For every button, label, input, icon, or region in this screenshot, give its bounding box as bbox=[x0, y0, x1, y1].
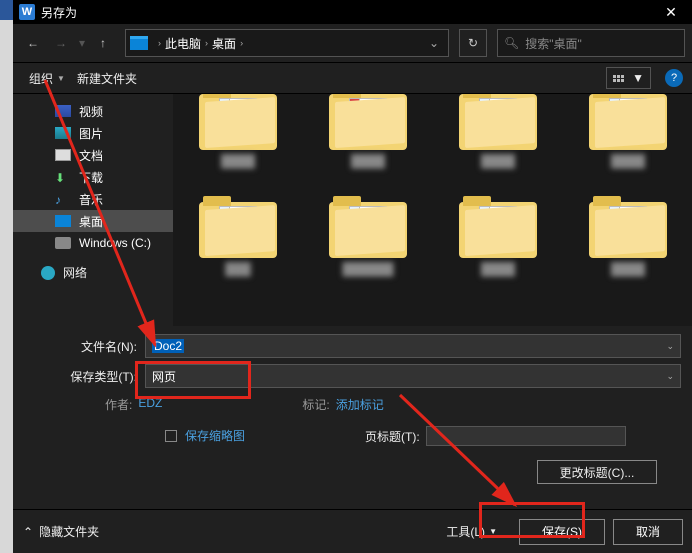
chevron-down-icon: ▼ bbox=[57, 74, 65, 83]
sidebar-item-documents[interactable]: 文档 bbox=[13, 144, 173, 166]
sidebar-item-video[interactable]: 视频 bbox=[13, 100, 173, 122]
forward-button[interactable]: → bbox=[49, 31, 73, 55]
toolbar: 组织 ▼ 新建文件夹 ▼ ? bbox=[13, 62, 692, 94]
documents-icon bbox=[55, 149, 71, 161]
sidebar-item-drive-c[interactable]: Windows (C:) bbox=[13, 232, 173, 254]
hide-folders-button[interactable]: ⌃ 隐藏文件夹 bbox=[23, 523, 99, 540]
chevron-down-icon: ▼ bbox=[489, 527, 497, 536]
folder-item[interactable]: ████ bbox=[183, 94, 293, 182]
back-button[interactable]: ← bbox=[21, 31, 45, 55]
save-as-dialog: W 另存为 ✕ ← → ▾ ↑ › 此电脑 › 桌面 › ⌄ ↻ 🔍︎ 搜索"桌… bbox=[13, 0, 692, 553]
chevron-right-icon: › bbox=[240, 38, 243, 48]
page-title-input[interactable] bbox=[426, 426, 626, 446]
search-icon: 🔍︎ bbox=[504, 36, 519, 50]
grid-view-icon bbox=[613, 75, 624, 82]
save-button[interactable]: 保存(S) bbox=[519, 519, 605, 545]
new-folder-button[interactable]: 新建文件夹 bbox=[71, 68, 143, 89]
chevron-right-icon: › bbox=[205, 38, 208, 48]
sidebar-item-music[interactable]: ♪音乐 bbox=[13, 188, 173, 210]
sidebar-item-downloads[interactable]: ⬇下载 bbox=[13, 166, 173, 188]
view-options-button[interactable]: ▼ bbox=[606, 67, 651, 89]
word-app-icon: W bbox=[19, 4, 35, 20]
help-button[interactable]: ? bbox=[665, 69, 683, 87]
nav-separator: ▾ bbox=[79, 36, 85, 50]
sidebar-item-network[interactable]: 网络 bbox=[13, 264, 173, 281]
breadcrumb-seg-pc[interactable]: 此电脑 bbox=[165, 35, 201, 52]
folder-item[interactable]: ████ bbox=[443, 94, 553, 182]
filename-label: 文件名(N): bbox=[25, 338, 145, 355]
music-icon: ♪ bbox=[55, 193, 71, 205]
close-icon: ✕ bbox=[665, 4, 677, 21]
drive-icon bbox=[55, 237, 71, 249]
pictures-icon bbox=[55, 127, 71, 139]
arrow-up-icon: ↑ bbox=[100, 36, 106, 50]
folder-item[interactable]: ████ bbox=[443, 202, 553, 290]
video-icon bbox=[55, 105, 71, 117]
address-bar[interactable]: › 此电脑 › 桌面 › ⌄ bbox=[125, 29, 449, 57]
folder-item[interactable]: ████ bbox=[573, 202, 683, 290]
file-grid[interactable]: ████ ████ ████ ████ ███ ██████ ████ ████ bbox=[173, 94, 692, 326]
refresh-icon: ↻ bbox=[468, 36, 478, 50]
refresh-button[interactable]: ↻ bbox=[459, 29, 487, 57]
folder-item[interactable]: ████ bbox=[313, 94, 423, 182]
network-icon bbox=[41, 266, 55, 280]
footer: ⌃ 隐藏文件夹 工具(L) ▼ 保存(S) 取消 bbox=[13, 509, 692, 553]
dialog-title: 另存为 bbox=[41, 4, 77, 21]
breadcrumb-seg-desktop[interactable]: 桌面 bbox=[212, 35, 236, 52]
filetype-select[interactable]: 网页 ⌄ bbox=[145, 364, 681, 388]
filename-input[interactable]: Doc2 ⌄ bbox=[145, 334, 681, 358]
save-thumbnail-checkbox[interactable] bbox=[165, 430, 177, 442]
chevron-up-icon: ⌃ bbox=[23, 525, 33, 539]
organize-button[interactable]: 组织 ▼ bbox=[23, 68, 71, 89]
tags-field[interactable]: 标记: 添加标记 bbox=[302, 396, 383, 413]
arrow-left-icon: ← bbox=[27, 36, 39, 50]
close-button[interactable]: ✕ bbox=[649, 0, 692, 24]
cancel-button[interactable]: 取消 bbox=[613, 519, 683, 545]
sidebar-item-desktop[interactable]: 桌面 bbox=[13, 210, 173, 232]
search-input[interactable]: 🔍︎ 搜索"桌面" bbox=[497, 29, 685, 57]
folder-item[interactable]: ██████ bbox=[313, 202, 423, 290]
arrow-right-icon: → bbox=[55, 36, 67, 50]
downloads-icon: ⬇ bbox=[55, 171, 71, 183]
chevron-down-icon: ▼ bbox=[632, 71, 644, 85]
chevron-down-icon[interactable]: ⌄ bbox=[666, 341, 674, 352]
page-title-label: 页标题(T): bbox=[365, 428, 420, 445]
up-button[interactable]: ↑ bbox=[91, 31, 115, 55]
pc-icon bbox=[130, 36, 148, 50]
change-title-button[interactable]: 更改标题(C)... bbox=[537, 460, 657, 484]
search-placeholder: 搜索"桌面" bbox=[525, 35, 582, 52]
save-thumbnail-label: 保存缩略图 bbox=[185, 427, 245, 444]
nav-bar: ← → ▾ ↑ › 此电脑 › 桌面 › ⌄ ↻ 🔍︎ 搜索"桌面" bbox=[13, 24, 692, 62]
folder-item[interactable]: ████ bbox=[573, 94, 683, 182]
tools-button[interactable]: 工具(L) ▼ bbox=[446, 523, 497, 540]
address-dropdown[interactable]: ⌄ bbox=[424, 36, 444, 50]
chevron-right-icon: › bbox=[158, 38, 161, 48]
sidebar-item-pictures[interactable]: 图片 bbox=[13, 122, 173, 144]
title-bar: W 另存为 ✕ bbox=[13, 0, 692, 24]
desktop-icon bbox=[55, 215, 71, 227]
folder-item[interactable]: ███ bbox=[183, 202, 293, 290]
filetype-label: 保存类型(T): bbox=[25, 368, 145, 385]
chevron-down-icon[interactable]: ⌄ bbox=[666, 371, 674, 382]
author-field[interactable]: 作者: EDZ bbox=[105, 396, 162, 413]
form-area: 文件名(N): Doc2 ⌄ 保存类型(T): 网页 ⌄ 作者: EDZ 标记:… bbox=[13, 326, 692, 484]
sidebar: 视频 图片 文档 ⬇下载 ♪音乐 桌面 Windows (C:) 网络 bbox=[13, 94, 173, 326]
